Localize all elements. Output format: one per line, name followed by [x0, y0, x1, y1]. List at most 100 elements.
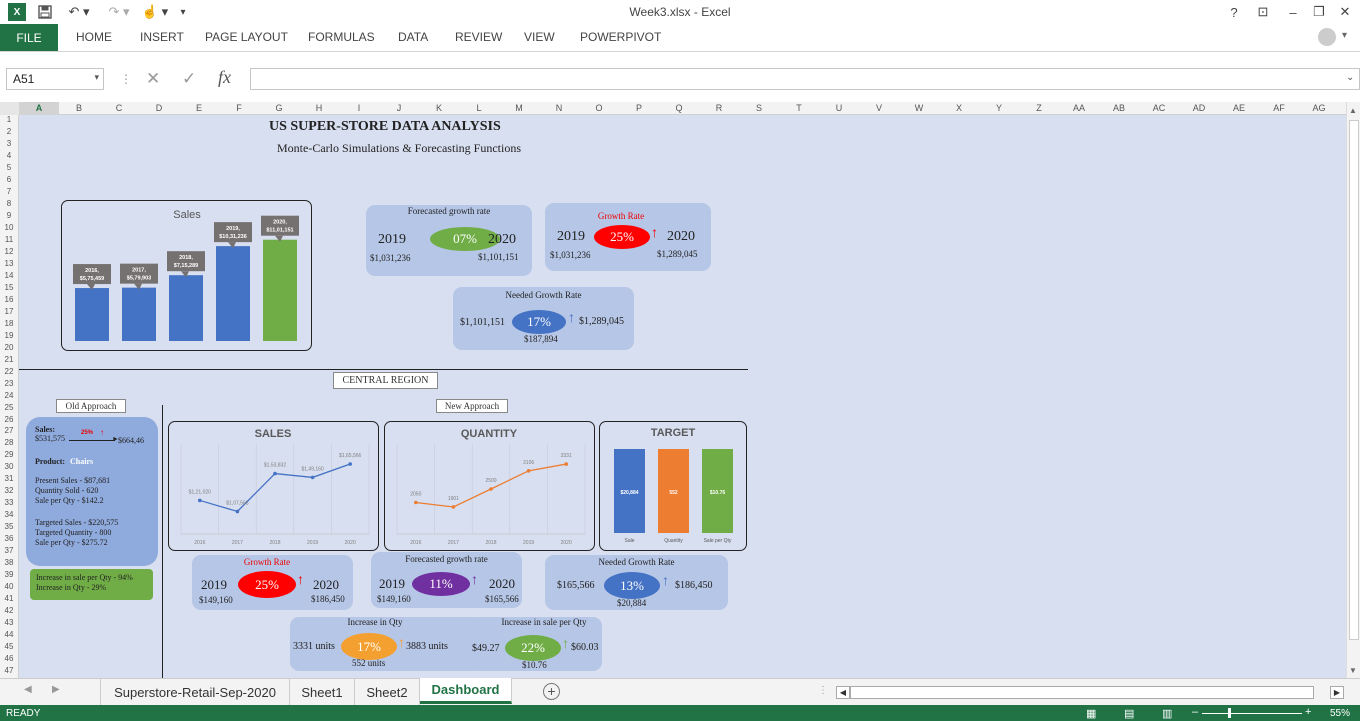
sheet-tab-sheet2[interactable]: Sheet2: [355, 679, 420, 705]
column-header-cell[interactable]: P: [619, 102, 659, 115]
add-sheet-button[interactable]: +: [543, 683, 560, 700]
user-avatar[interactable]: [1318, 28, 1336, 46]
tab-page-layout[interactable]: PAGE LAYOUT: [205, 30, 288, 44]
hscroll-right-icon[interactable]: ▶: [1330, 686, 1344, 699]
target-bar-chart[interactable]: TARGET $20,884 Sale 552 Quantity $10.76 Sale …: [599, 421, 747, 551]
column-header-cell[interactable]: M: [499, 102, 539, 115]
row-header-cell[interactable]: 37: [0, 546, 18, 558]
central-quantity-line-chart[interactable]: QUANTITY 2050 2016 1901 2017 2500 2018 3106 201…: [384, 421, 595, 551]
row-header-cell[interactable]: 13: [0, 259, 18, 271]
tab-scroll-right-icon[interactable]: ▶: [52, 684, 60, 695]
column-header-cell[interactable]: X: [939, 102, 979, 115]
normal-view-icon[interactable]: ▦: [1086, 707, 1096, 720]
column-header-cell[interactable]: J: [379, 102, 419, 115]
row-header-cell[interactable]: 21: [0, 355, 18, 367]
column-header-cell[interactable]: Y: [979, 102, 1019, 115]
sheet-tab-dashboard[interactable]: Dashboard: [420, 678, 512, 704]
column-header-cell[interactable]: C: [99, 102, 139, 115]
column-header-cell[interactable]: B: [59, 102, 99, 115]
row-header-cell[interactable]: 47: [0, 666, 18, 678]
page-layout-view-icon[interactable]: ▤: [1124, 707, 1134, 720]
row-header-cell[interactable]: 2: [0, 127, 18, 139]
column-header-cell[interactable]: AG: [1299, 102, 1339, 115]
row-header-cell[interactable]: 38: [0, 558, 18, 570]
column-header-cell[interactable]: U: [819, 102, 859, 115]
tab-review[interactable]: REVIEW: [455, 30, 502, 44]
column-header-cell[interactable]: D: [139, 102, 179, 115]
select-all-button[interactable]: [0, 102, 19, 115]
row-header-cell[interactable]: 12: [0, 247, 18, 259]
tab-formulas[interactable]: FORMULAS: [308, 30, 375, 44]
row-header-cell[interactable]: 32: [0, 486, 18, 498]
row-header-cell[interactable]: 23: [0, 379, 18, 391]
chevron-down-icon[interactable]: ▾: [94, 72, 99, 83]
column-header-cell[interactable]: T: [779, 102, 819, 115]
row-header-cell[interactable]: 27: [0, 426, 18, 438]
column-header-cell[interactable]: G: [259, 102, 299, 115]
ribbon-display-button[interactable]: ⊡: [1254, 3, 1272, 21]
row-header-cell[interactable]: 4: [0, 151, 18, 163]
row-header-cell[interactable]: 17: [0, 307, 18, 319]
row-header-cell[interactable]: 39: [0, 570, 18, 582]
column-header-cell[interactable]: S: [739, 102, 779, 115]
scroll-up-icon[interactable]: ▲: [1349, 106, 1357, 115]
column-header-cell[interactable]: V: [859, 102, 899, 115]
row-header-cell[interactable]: 20: [0, 343, 18, 355]
row-header-cell[interactable]: 35: [0, 522, 18, 534]
column-header-cell[interactable]: R: [699, 102, 739, 115]
row-header-cell[interactable]: 7: [0, 187, 18, 199]
column-header-cell[interactable]: AB: [1099, 102, 1139, 115]
tab-file[interactable]: FILE: [0, 24, 58, 51]
row-header-cell[interactable]: 42: [0, 606, 18, 618]
row-header-cell[interactable]: 16: [0, 295, 18, 307]
column-header-cell[interactable]: I: [339, 102, 379, 115]
row-header-cell[interactable]: 36: [0, 534, 18, 546]
insert-function-icon[interactable]: fx: [218, 67, 231, 88]
row-header-cell[interactable]: 29: [0, 450, 18, 462]
row-header-cell[interactable]: 8: [0, 199, 18, 211]
row-header-cell[interactable]: 11: [0, 235, 18, 247]
row-header-cell[interactable]: 44: [0, 630, 18, 642]
row-header-cell[interactable]: 14: [0, 271, 18, 283]
tab-view[interactable]: VIEW: [524, 30, 555, 44]
column-header-cell[interactable]: A: [19, 102, 59, 115]
zoom-slider-thumb[interactable]: [1228, 708, 1231, 718]
row-header-cell[interactable]: 1: [0, 115, 18, 127]
row-header-cell[interactable]: 9: [0, 211, 18, 223]
row-header-cell[interactable]: 18: [0, 319, 18, 331]
column-header-cell[interactable]: L: [459, 102, 499, 115]
row-header-cell[interactable]: 45: [0, 642, 18, 654]
tab-insert[interactable]: INSERT: [140, 30, 184, 44]
row-header-cell[interactable]: 24: [0, 391, 18, 403]
tab-powerpivot[interactable]: POWERPIVOT: [580, 30, 661, 44]
column-header-cell[interactable]: O: [579, 102, 619, 115]
vertical-scrollbar[interactable]: ▲ ▼: [1346, 102, 1360, 678]
zoom-out-button[interactable]: –: [1192, 706, 1198, 718]
column-header-cell[interactable]: H: [299, 102, 339, 115]
scroll-down-icon[interactable]: ▼: [1349, 666, 1357, 675]
column-header-cell[interactable]: Q: [659, 102, 699, 115]
column-header-cell[interactable]: E: [179, 102, 219, 115]
scroll-thumb[interactable]: [1349, 120, 1359, 640]
page-break-view-icon[interactable]: ▥: [1162, 707, 1172, 720]
account-dropdown-icon[interactable]: ▾: [1342, 30, 1347, 41]
row-header-cell[interactable]: 34: [0, 510, 18, 522]
minimize-button[interactable]: –: [1284, 3, 1302, 21]
cancel-entry-icon[interactable]: ✕: [146, 69, 160, 89]
row-header-cell[interactable]: 26: [0, 415, 18, 427]
row-header-cell[interactable]: 30: [0, 462, 18, 474]
tab-split-icon[interactable]: ⋮: [818, 685, 828, 696]
close-button[interactable]: ✕: [1336, 3, 1354, 21]
row-header-cell[interactable]: 25: [0, 403, 18, 415]
help-button[interactable]: ?: [1226, 3, 1242, 21]
sheet-tab-sheet1[interactable]: Sheet1: [290, 679, 355, 705]
column-header-cell[interactable]: AC: [1139, 102, 1179, 115]
row-header-cell[interactable]: 40: [0, 582, 18, 594]
row-header-cell[interactable]: 31: [0, 474, 18, 486]
zoom-in-button[interactable]: +: [1305, 706, 1311, 718]
sales-bar-chart[interactable]: Sales 2016, $5,75,459 2017, $5,79,903 2018, $…: [61, 200, 312, 351]
row-header-cell[interactable]: 33: [0, 498, 18, 510]
tab-data[interactable]: DATA: [398, 30, 428, 44]
row-header-cell[interactable]: 10: [0, 223, 18, 235]
column-header-cell[interactable]: AF: [1259, 102, 1299, 115]
